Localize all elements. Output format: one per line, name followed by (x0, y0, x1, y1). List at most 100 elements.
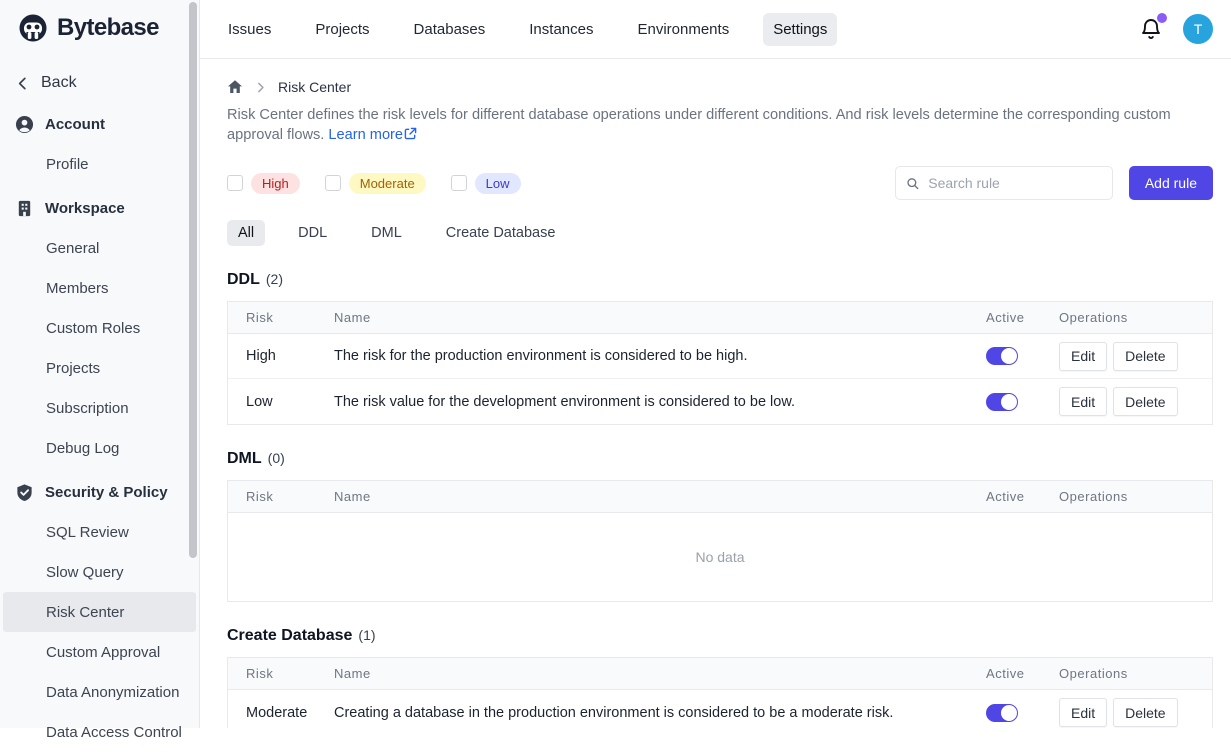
notification-dot (1157, 13, 1167, 23)
nav-item-environments[interactable]: Environments (627, 13, 739, 46)
delete-button[interactable]: Delete (1113, 698, 1177, 727)
tab-create-database[interactable]: Create Database (435, 220, 567, 246)
search-icon (906, 176, 919, 191)
brand-logo[interactable]: Bytebase (0, 0, 199, 56)
chevron-left-icon (15, 76, 30, 91)
avatar[interactable]: T (1183, 14, 1213, 44)
nav-item-settings[interactable]: Settings (763, 13, 837, 46)
moderate-checkbox[interactable] (325, 175, 341, 191)
header-active: Active (986, 489, 1059, 504)
home-icon[interactable] (227, 79, 243, 95)
search-box (895, 166, 1113, 200)
sidebar-group-workspace: Workspace (0, 188, 199, 228)
active-toggle[interactable] (986, 393, 1018, 411)
nav-item-databases[interactable]: Databases (404, 13, 496, 46)
notification-bell-icon[interactable] (1139, 17, 1163, 41)
sidebar-item-custom-approval[interactable]: Custom Approval (3, 632, 196, 672)
shield-icon (15, 483, 34, 502)
sidebar-item-label: Members (46, 280, 109, 297)
sidebar-item-subscription[interactable]: Subscription (3, 388, 196, 428)
sidebar-item-label: SQL Review (46, 524, 129, 541)
table-row: Moderate Creating a database in the prod… (228, 690, 1212, 728)
sidebar-item-slow-query[interactable]: Slow Query (3, 552, 196, 592)
search-input[interactable] (926, 174, 1102, 192)
sidebar-item-data-anonymization[interactable]: Data Anonymization (3, 672, 196, 712)
risk-filter-high: High (227, 173, 300, 194)
tab-dml[interactable]: DML (360, 220, 413, 246)
learn-more-link[interactable]: Learn more (328, 127, 417, 143)
empty-state: No data (228, 513, 1212, 601)
sidebar-item-general[interactable]: General (3, 228, 196, 268)
ddl-table: Risk Name Active Operations High The ris… (227, 301, 1213, 425)
external-link-icon (404, 127, 417, 140)
high-checkbox[interactable] (227, 175, 243, 191)
edit-button[interactable]: Edit (1059, 342, 1107, 371)
page-description: Risk Center defines the risk levels for … (227, 105, 1213, 145)
operations-cell: Edit Delete (1059, 342, 1212, 371)
header-name: Name (334, 666, 986, 681)
sidebar-item-debug-log[interactable]: Debug Log (3, 428, 196, 468)
sidebar-item-label: Data Access Control (46, 724, 182, 741)
section-count: (1) (358, 627, 375, 643)
header-operations: Operations (1059, 489, 1212, 504)
sidebar-item-custom-roles[interactable]: Custom Roles (3, 308, 196, 348)
sidebar-item-profile[interactable]: Profile (3, 144, 196, 184)
risk-filter-moderate: Moderate (325, 173, 426, 194)
back-button[interactable]: Back (0, 66, 199, 100)
toggle-knob (1001, 705, 1017, 721)
header-operations: Operations (1059, 310, 1212, 325)
low-checkbox[interactable] (451, 175, 467, 191)
sidebar-item-data-access-control[interactable]: Data Access Control (3, 712, 196, 752)
section-count: (0) (268, 450, 285, 466)
breadcrumb: Risk Center (227, 79, 1213, 95)
delete-button[interactable]: Delete (1113, 342, 1177, 371)
header-name: Name (334, 489, 986, 504)
table-row: High The risk for the production environ… (228, 334, 1212, 379)
sidebar-item-label: Slow Query (46, 564, 124, 581)
sidebar-item-label: Projects (46, 360, 100, 377)
sidebar-item-label: Custom Approval (46, 644, 160, 661)
avatar-initial: T (1194, 21, 1203, 37)
sidebar-item-members[interactable]: Members (3, 268, 196, 308)
sidebar-item-label: Profile (46, 156, 89, 173)
name-cell: Creating a database in the production en… (334, 705, 986, 721)
sidebar-scrollbar-thumb[interactable] (189, 2, 197, 558)
top-navigation: Issues Projects Databases Instances Envi… (200, 0, 1231, 59)
header-active: Active (986, 310, 1059, 325)
name-cell: The risk for the production environment … (334, 348, 986, 364)
sidebar-item-projects[interactable]: Projects (3, 348, 196, 388)
nav-items: Issues Projects Databases Instances Envi… (218, 13, 837, 46)
toggle-knob (1001, 394, 1017, 410)
tab-all[interactable]: All (227, 220, 265, 246)
section-name: Create Database (227, 627, 352, 645)
edit-button[interactable]: Edit (1059, 387, 1107, 416)
header-risk: Risk (246, 310, 334, 325)
sidebar-item-sql-review[interactable]: SQL Review (3, 512, 196, 552)
sidebar-item-risk-center[interactable]: Risk Center (3, 592, 196, 632)
sidebar-group-account: Account (0, 104, 199, 144)
section-title-ddl: DDL (2) (227, 271, 1213, 289)
delete-button[interactable]: Delete (1113, 387, 1177, 416)
add-rule-button[interactable]: Add rule (1129, 166, 1213, 200)
learn-more-label: Learn more (328, 127, 403, 143)
name-cell: The risk value for the development envir… (334, 394, 986, 410)
active-toggle[interactable] (986, 347, 1018, 365)
filter-bar: High Moderate Low Add rule (227, 166, 1213, 200)
nav-item-issues[interactable]: Issues (218, 13, 281, 46)
bytebase-logo-icon (18, 13, 48, 43)
chevron-right-icon (254, 81, 267, 94)
sidebar-group-security-policy: Security & Policy (0, 472, 199, 512)
nav-item-projects[interactable]: Projects (305, 13, 379, 46)
tabs: All DDL DML Create Database (227, 220, 1213, 246)
edit-button[interactable]: Edit (1059, 698, 1107, 727)
sidebar-group-label: Workspace (45, 200, 125, 217)
header-name: Name (334, 310, 986, 325)
sidebar-item-label: Risk Center (46, 604, 124, 621)
tab-ddl[interactable]: DDL (287, 220, 338, 246)
empty-state-text: No data (695, 549, 744, 565)
section-name: DML (227, 450, 262, 468)
nav-item-instances[interactable]: Instances (519, 13, 603, 46)
active-toggle[interactable] (986, 704, 1018, 722)
section-title-dml: DML (0) (227, 450, 1213, 468)
header-active: Active (986, 666, 1059, 681)
